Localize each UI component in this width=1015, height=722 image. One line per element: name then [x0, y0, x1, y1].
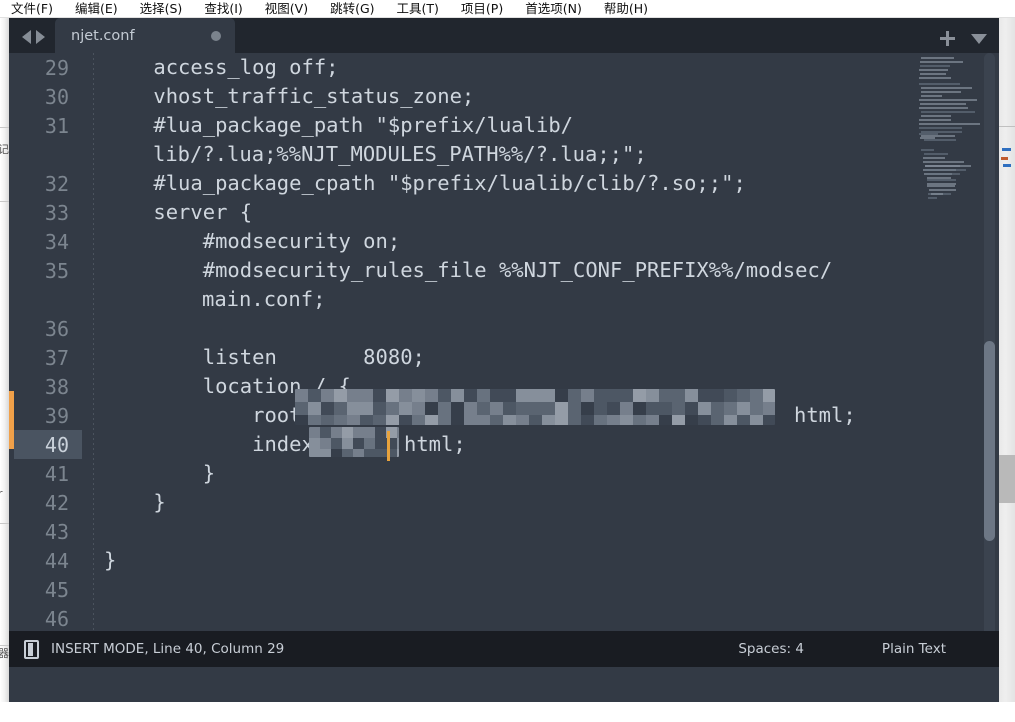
- code-line: server {: [104, 200, 253, 224]
- code-line-wrapped: lib/?.lua;%%NJT_MODULES_PATH%%/?.lua;;";: [153, 142, 647, 166]
- status-indentation[interactable]: Spaces: 4: [738, 641, 804, 657]
- menu-item-goto[interactable]: 跳转(G): [319, 0, 385, 17]
- line-number: 44: [44, 548, 69, 573]
- line-number: 46: [44, 606, 69, 631]
- menu-item-project[interactable]: 项目(P): [450, 0, 514, 17]
- code-text[interactable]: access_log off; vhost_traffic_status_zon…: [104, 53, 919, 666]
- menu-bar: 文件(F) 编辑(E) 选择(S) 查找(I) 视图(V) 跳转(G) 工具(T…: [0, 0, 1015, 18]
- line-number: 33: [44, 200, 69, 225]
- code-minimap[interactable]: [917, 53, 993, 666]
- status-bar-right: Spaces: 4 Plain Text: [738, 641, 999, 657]
- line-number: 30: [44, 84, 69, 109]
- cursor-mode-icon: [24, 639, 39, 659]
- line-number: 35: [44, 258, 69, 283]
- tab-navigation: [9, 30, 55, 53]
- menu-item-selection[interactable]: 选择(S): [129, 0, 194, 17]
- code-editor-area[interactable]: 29 30 31 32 33 34 35 36 37 38 39 40 41 4…: [9, 53, 999, 702]
- line-number: 41: [44, 461, 69, 486]
- line-number: 29: [44, 55, 69, 80]
- line-number: 39: [44, 403, 69, 428]
- tab-bar: njet.conf: [9, 18, 999, 53]
- tab-unsaved-indicator-icon[interactable]: [211, 30, 221, 41]
- menu-item-edit[interactable]: 编辑(E): [64, 0, 129, 17]
- chevron-down-icon[interactable]: [971, 33, 987, 44]
- line-number: 45: [44, 577, 69, 602]
- status-cursor-position: INSERT MODE, Line 40, Column 29: [51, 641, 285, 657]
- menu-item-file[interactable]: 文件(F): [0, 0, 64, 17]
- line-number: 36: [44, 316, 69, 341]
- line-number: 38: [44, 374, 69, 399]
- code-line: #lua_package_path "$prefix/lualib/: [104, 113, 573, 137]
- menu-item-find[interactable]: 查找(I): [193, 0, 253, 17]
- tab-bar-actions: [940, 31, 987, 46]
- status-language[interactable]: Plain Text: [882, 641, 946, 657]
- line-number-gutter: 29 30 31 32 33 34 35 36 37 38 39 40 41 4…: [14, 53, 82, 666]
- menu-item-view[interactable]: 视图(V): [254, 0, 319, 17]
- code-line-tail: html;: [794, 403, 856, 427]
- line-number: 34: [44, 229, 69, 254]
- line-number: 37: [44, 345, 69, 370]
- arrow-right-icon[interactable]: [36, 30, 45, 44]
- line-number: 31: [44, 113, 69, 138]
- arrow-left-icon[interactable]: [22, 30, 31, 44]
- line-number: 43: [44, 519, 69, 544]
- menu-item-help[interactable]: 帮助(H): [593, 0, 659, 17]
- redacted-path-line-39: [295, 389, 775, 425]
- tab-label: njet.conf: [71, 27, 135, 44]
- line-number-active: 40: [14, 430, 82, 459]
- vertical-scrollbar-thumb[interactable]: [984, 341, 995, 541]
- menu-item-tools[interactable]: 工具(T): [386, 0, 450, 17]
- code-line-wrapped: main.conf;: [202, 287, 326, 311]
- code-line: #modsecurity on;: [104, 229, 401, 253]
- code-line: }: [104, 490, 166, 514]
- gutter-separator: [93, 53, 94, 666]
- line-number: 42: [44, 490, 69, 515]
- code-line: }: [104, 548, 117, 572]
- tab-njet-conf[interactable]: njet.conf: [55, 18, 235, 53]
- menu-item-preferences[interactable]: 首选项(N): [514, 0, 593, 17]
- code-line: listen 8080;: [104, 345, 425, 369]
- code-line: #modsecurity_rules_file %%NJT_CONF_PREFI…: [104, 258, 833, 282]
- text-editor-window: njet.conf 29 30 31 32 33 34 35 36 37 38 …: [9, 18, 999, 702]
- plus-icon[interactable]: [940, 31, 955, 46]
- line-number: 32: [44, 171, 69, 196]
- code-line: #lua_package_cpath "$prefix/lualib/clib/…: [104, 171, 746, 195]
- code-line-tail: html;: [404, 432, 466, 456]
- code-line: }: [104, 461, 216, 485]
- status-bar: INSERT MODE, Line 40, Column 29 Spaces: …: [9, 631, 999, 667]
- text-cursor: [387, 431, 390, 461]
- background-window-left-edge: 记 r 器: [0, 18, 9, 702]
- redacted-path-line-40: [309, 427, 399, 457]
- code-line: access_log off;: [104, 55, 339, 79]
- background-window-right-edge: [999, 18, 1015, 702]
- code-line: vhost_traffic_status_zone;: [104, 84, 475, 108]
